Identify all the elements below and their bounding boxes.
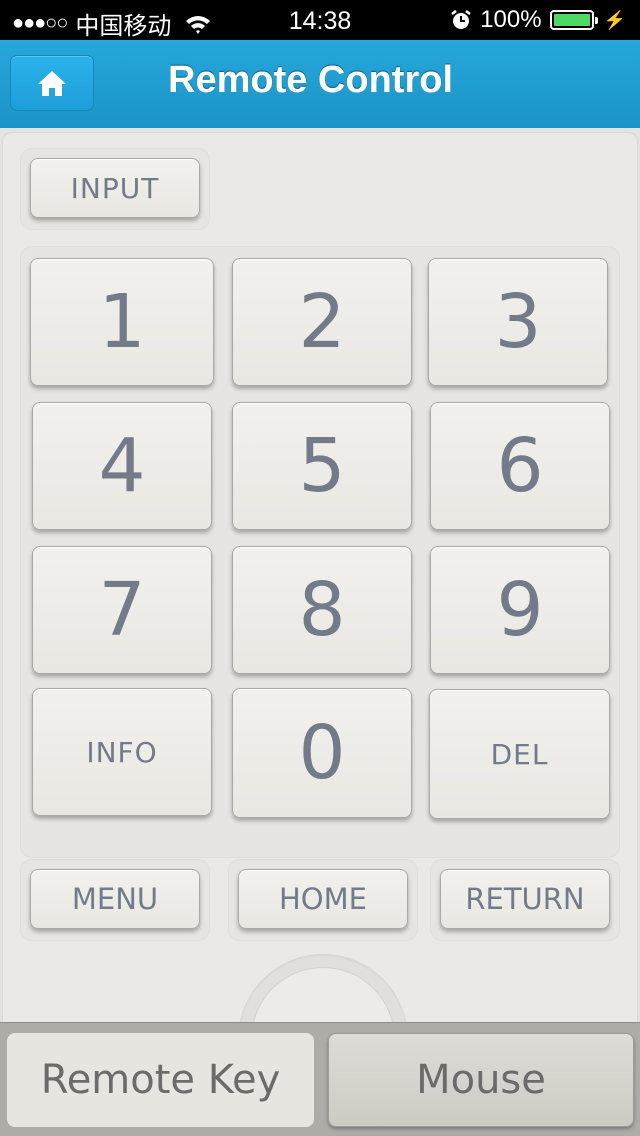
key-7[interactable]: 7 [32, 546, 212, 674]
key-4[interactable]: 4 [32, 402, 212, 530]
dpad-ok-button[interactable] [252, 968, 394, 1022]
battery-fill [553, 14, 590, 26]
signal-strength: ●●●○○ [12, 12, 68, 34]
key-8[interactable]: 8 [232, 546, 412, 674]
tab-bar: Remote Key Mouse [0, 1022, 640, 1136]
status-bar: ●●●○○ 中国移动 14:38 100% ⚡ [0, 0, 640, 40]
home-key-button[interactable]: HOME [238, 869, 408, 929]
home-button[interactable] [10, 55, 94, 111]
bolt-icon: ⚡ [603, 9, 626, 30]
info-button[interactable]: INFO [32, 688, 212, 816]
return-button[interactable]: RETURN [440, 869, 610, 929]
remote-panel: INPUT 1 2 3 4 5 6 7 8 9 INFO 0 DEL MENU … [0, 128, 640, 1022]
nav-bar: Remote Control [0, 40, 640, 130]
key-9[interactable]: 9 [430, 546, 610, 674]
key-1[interactable]: 1 [30, 258, 214, 386]
key-5[interactable]: 5 [232, 402, 412, 530]
key-0[interactable]: 0 [232, 688, 412, 818]
page-title: Remote Control [168, 59, 453, 101]
carrier-name: 中国移动 [75, 12, 172, 40]
wifi-icon [186, 15, 211, 34]
tab-mouse[interactable]: Mouse [328, 1033, 634, 1127]
input-button[interactable]: INPUT [30, 158, 200, 218]
battery-icon [549, 10, 598, 30]
key-3[interactable]: 3 [428, 258, 608, 386]
home-icon [38, 71, 66, 96]
menu-button[interactable]: MENU [30, 869, 200, 929]
key-2[interactable]: 2 [232, 258, 412, 386]
key-6[interactable]: 6 [430, 402, 610, 530]
tab-remote-key[interactable]: Remote Key [7, 1033, 314, 1127]
del-button[interactable]: DEL [429, 689, 610, 819]
alarm-icon [451, 10, 471, 29]
battery-percent: 100% [480, 6, 542, 33]
